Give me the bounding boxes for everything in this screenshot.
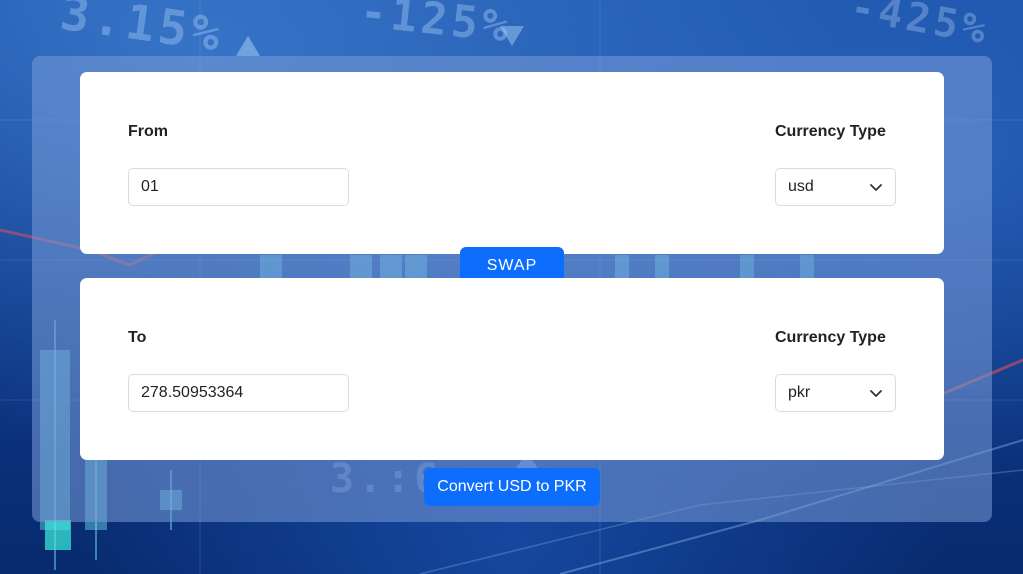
chevron-down-icon <box>870 184 882 191</box>
converter-panel: From Currency Type usd SWAP To Currency … <box>32 56 992 522</box>
from-amount-input[interactable] <box>128 168 349 206</box>
from-currency-type-label: Currency Type <box>775 123 886 140</box>
from-card: From Currency Type usd <box>80 72 944 254</box>
from-label: From <box>128 123 168 140</box>
convert-button[interactable]: Convert USD to PKR <box>424 468 600 506</box>
to-amount-input[interactable] <box>128 374 349 412</box>
to-currency-select[interactable]: pkr <box>775 374 896 412</box>
chevron-down-icon <box>870 390 882 397</box>
to-currency-selected-value: pkr <box>788 384 811 401</box>
to-label: To <box>128 329 147 346</box>
from-currency-selected-value: usd <box>788 178 814 195</box>
to-currency-type-label: Currency Type <box>775 329 886 346</box>
from-currency-select[interactable]: usd <box>775 168 896 206</box>
to-card: To Currency Type pkr <box>80 278 944 460</box>
